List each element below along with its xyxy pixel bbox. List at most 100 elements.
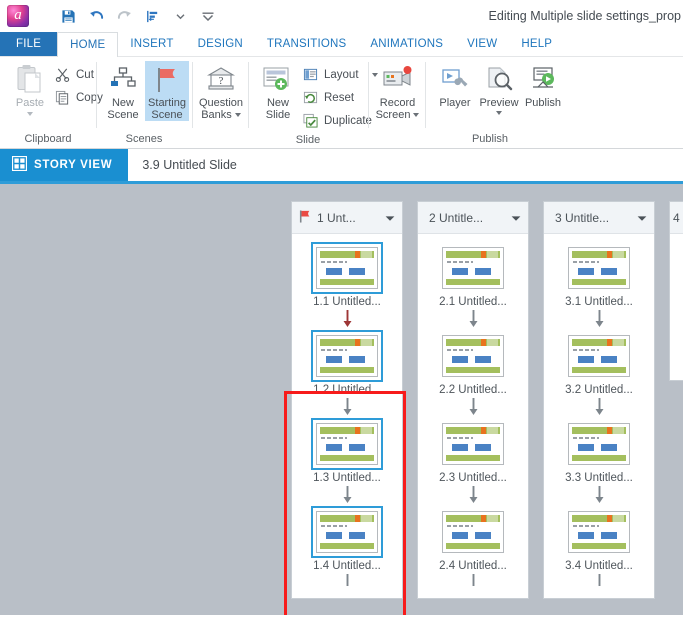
scene-column-1[interactable]: 1 Unt... 1.1 Untitled... 1.2 Untitled...… xyxy=(292,202,402,598)
new-slide-icon xyxy=(262,63,294,97)
scene-3-dropdown-icon[interactable] xyxy=(637,211,647,225)
undo-button[interactable] xyxy=(83,4,109,28)
record-screen-label-2: Screen xyxy=(375,109,411,121)
slide-connector-arrow xyxy=(342,484,353,506)
slide-connector-arrow xyxy=(468,396,479,418)
slide-label: 1.2 Untitled... xyxy=(313,384,381,396)
slide-thumbnail[interactable] xyxy=(437,242,509,294)
redo-arrow-icon xyxy=(117,10,131,19)
slide-thumbnail[interactable] xyxy=(437,330,509,382)
record-screen-button[interactable]: Record Screen xyxy=(376,61,420,121)
slide-thumbnail[interactable] xyxy=(437,506,509,558)
scene-column-3[interactable]: 3 Untitle... 3.1 Untitled... 3.2 Untitle… xyxy=(544,202,654,598)
tab-transitions[interactable]: TRANSITIONS xyxy=(255,32,359,56)
record-screen-dropdown-caret[interactable] xyxy=(413,113,420,117)
slide-item[interactable]: 1.2 Untitled... xyxy=(311,330,383,396)
question-banks-button[interactable]: ? Question Banks xyxy=(199,61,243,121)
scene-3-title: 3 Untitle... xyxy=(555,210,610,225)
scene-column-2[interactable]: 2 Untitle... 2.1 Untitled... 2.2 Untitle… xyxy=(418,202,528,598)
slide-item[interactable]: 2.2 Untitled... xyxy=(437,330,509,396)
scene-column-4[interactable]: 4 xyxy=(670,202,683,380)
slide-item[interactable]: 3.3 Untitled... xyxy=(563,418,635,484)
scene-4-header[interactable]: 4 xyxy=(670,202,683,234)
scene-1-header[interactable]: 1 Unt... xyxy=(292,202,402,234)
scene-hierarchy-icon xyxy=(108,63,138,97)
customize-toolbar-icon xyxy=(202,12,214,21)
slide-item[interactable]: 1.3 Untitled... xyxy=(311,418,383,484)
slide-thumbnail[interactable] xyxy=(563,330,635,382)
scene-2-header[interactable]: 2 Untitle... xyxy=(418,202,528,234)
ribbon-group-slide: New Slide Layout Reset Duplicate Slide xyxy=(248,57,378,148)
story-view-tab[interactable]: STORY VIEW xyxy=(0,149,129,181)
player-label: Player xyxy=(439,97,471,109)
scene-3-header[interactable]: 3 Untitle... xyxy=(544,202,654,234)
ribbon-group-record: Record Screen xyxy=(368,57,425,148)
red-flag-icon xyxy=(153,63,181,97)
customize-qat-button[interactable] xyxy=(195,4,221,28)
slide-thumbnail[interactable] xyxy=(437,418,509,470)
starting-scene-button[interactable]: Starting Scene xyxy=(145,61,189,121)
paste-button[interactable]: Paste xyxy=(8,61,52,116)
slide-thumbnail[interactable] xyxy=(563,242,635,294)
slide-item[interactable]: 2.4 Untitled... xyxy=(437,506,509,572)
slide-item[interactable]: 2.3 Untitled... xyxy=(437,418,509,484)
scene-1-dropdown-icon[interactable] xyxy=(385,211,395,225)
title-bar: Editing Multiple slide settings_prop xyxy=(0,0,683,32)
slide-thumbnail[interactable] xyxy=(311,242,383,294)
slide-item[interactable]: 2.1 Untitled... xyxy=(437,242,509,308)
document-title: Editing Multiple slide settings_prop xyxy=(488,9,681,23)
story-view-grid-icon xyxy=(11,155,28,174)
reset-label: Reset xyxy=(324,91,355,104)
story-view-tab-label: STORY VIEW xyxy=(34,159,113,171)
paste-dropdown-caret[interactable] xyxy=(27,112,33,116)
slide-item[interactable]: 1.1 Untitled... xyxy=(311,242,383,308)
new-slide-button[interactable]: New Slide xyxy=(256,61,300,121)
tab-design[interactable]: DESIGN xyxy=(186,32,255,56)
tab-file[interactable]: FILE xyxy=(0,32,58,56)
slide-item[interactable]: 1.4 Untitled... xyxy=(311,506,383,572)
new-scene-button[interactable]: New Scene xyxy=(101,61,145,121)
redo-button[interactable] xyxy=(111,4,137,28)
tab-help[interactable]: HELP xyxy=(509,32,564,56)
save-button[interactable] xyxy=(55,4,81,28)
slide-preview xyxy=(316,511,378,553)
chevron-down-icon xyxy=(176,13,184,19)
preview-button[interactable]: Preview xyxy=(477,61,521,115)
ribbon-group-question-banks: ? Question Banks xyxy=(192,57,248,148)
quick-access-toolbar xyxy=(55,4,221,28)
slide-thumbnail[interactable] xyxy=(311,418,383,470)
player-button[interactable]: Player xyxy=(433,61,477,109)
slide-label: 1.1 Untitled... xyxy=(313,296,381,308)
story-view-canvas[interactable]: 1 Unt... 1.1 Untitled... 1.2 Untitled...… xyxy=(0,184,683,615)
slide-thumbnail[interactable] xyxy=(563,418,635,470)
slide-thumbnail[interactable] xyxy=(311,330,383,382)
story-view-bar: STORY VIEW 3.9 Untitled Slide xyxy=(0,149,683,184)
ribbon-filler xyxy=(555,57,683,148)
tab-view[interactable]: VIEW xyxy=(455,32,509,56)
publish-group-label: Publish xyxy=(471,133,509,145)
publish-button[interactable]: Publish xyxy=(521,61,565,109)
undo-arrow-icon xyxy=(89,10,103,19)
tab-insert[interactable]: INSERT xyxy=(118,32,185,56)
align-dropdown-button[interactable] xyxy=(167,4,193,28)
slide-preview xyxy=(442,335,504,377)
slide-label: 3.3 Untitled... xyxy=(565,472,633,484)
question-banks-dropdown-caret[interactable] xyxy=(234,113,241,117)
slide-thumbnail[interactable] xyxy=(563,506,635,558)
publish-label: Publish xyxy=(524,97,562,109)
scene-3-body: 3.1 Untitled... 3.2 Untitled... 3.3 Unti… xyxy=(544,234,654,598)
slide-thumbnail[interactable] xyxy=(311,506,383,558)
app-logo-icon xyxy=(7,5,29,27)
scene-4-body xyxy=(670,234,683,246)
slide-item[interactable]: 3.1 Untitled... xyxy=(563,242,635,308)
slide-label: 3.2 Untitled... xyxy=(565,384,633,396)
tab-animations[interactable]: ANIMATIONS xyxy=(358,32,455,56)
slide-item[interactable]: 3.4 Untitled... xyxy=(563,506,635,572)
tab-home[interactable]: HOME xyxy=(57,32,119,57)
preview-dropdown-caret[interactable] xyxy=(496,111,502,115)
align-button[interactable] xyxy=(139,4,165,28)
slide-item[interactable]: 3.2 Untitled... xyxy=(563,330,635,396)
scene-2-dropdown-icon[interactable] xyxy=(511,211,521,225)
slide-label: 2.1 Untitled... xyxy=(439,296,507,308)
breadcrumb[interactable]: 3.9 Untitled Slide xyxy=(128,149,237,181)
